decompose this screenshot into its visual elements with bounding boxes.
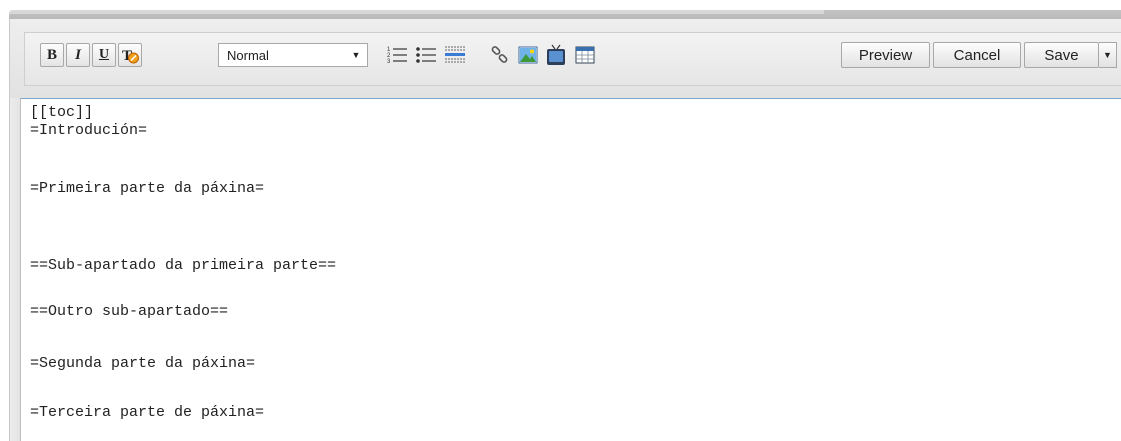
bold-button[interactable]: B [40,43,64,67]
horizontal-rule-button[interactable] [443,43,467,67]
preview-button[interactable]: Preview [841,42,930,68]
tab-edge [9,10,824,14]
chevron-down-icon: ▼ [1103,50,1112,60]
editor-line: =Segunda parte da páxina= [30,355,256,372]
wiki-source-textarea[interactable]: [[toc]] =Introdución= =Primeira parte da… [20,98,1121,441]
table-icon [575,46,595,64]
chevron-down-icon: ▼ [351,50,361,60]
unordered-list-button[interactable] [414,43,438,67]
svg-text:3: 3 [387,59,391,65]
table-button[interactable] [573,43,597,67]
editor-line: ==Outro sub-apartado== [30,303,229,320]
editor-line: =Introdución= [30,122,148,139]
clear-formatting-icon: T [122,48,139,64]
italic-button[interactable]: I [66,43,90,67]
clear-formatting-button[interactable]: T [118,43,142,67]
tv-media-icon [547,44,565,65]
cancel-button[interactable]: Cancel [933,42,1021,68]
paragraph-format-value: Normal [227,48,269,63]
image-button[interactable] [516,43,540,67]
link-icon [491,46,508,63]
paragraph-format-select[interactable]: Normal ▼ [218,43,368,67]
editor-line: =Primeira parte da páxina= [30,180,265,197]
ordered-list-icon: 1 2 3 [387,47,407,65]
media-button[interactable] [544,43,568,67]
link-button[interactable] [488,43,512,67]
save-options-button[interactable]: ▼ [1099,42,1117,68]
ordered-list-button[interactable]: 1 2 3 [385,43,409,67]
editor-line: [[toc]] [30,104,94,121]
editor-line: =Terceira parte de páxina= [30,404,265,421]
horizontal-rule-icon [445,46,465,63]
editor-left-gutter [9,98,20,441]
image-icon [518,46,538,64]
editor-line: ==Sub-apartado da primeira parte== [30,257,337,274]
underline-button[interactable]: U [92,43,116,67]
editor-window: B I U T Normal ▼ 1 2 3 Preview Cancel Sa… [0,0,1121,441]
save-button[interactable]: Save [1024,42,1099,68]
unordered-list-icon [416,47,436,63]
